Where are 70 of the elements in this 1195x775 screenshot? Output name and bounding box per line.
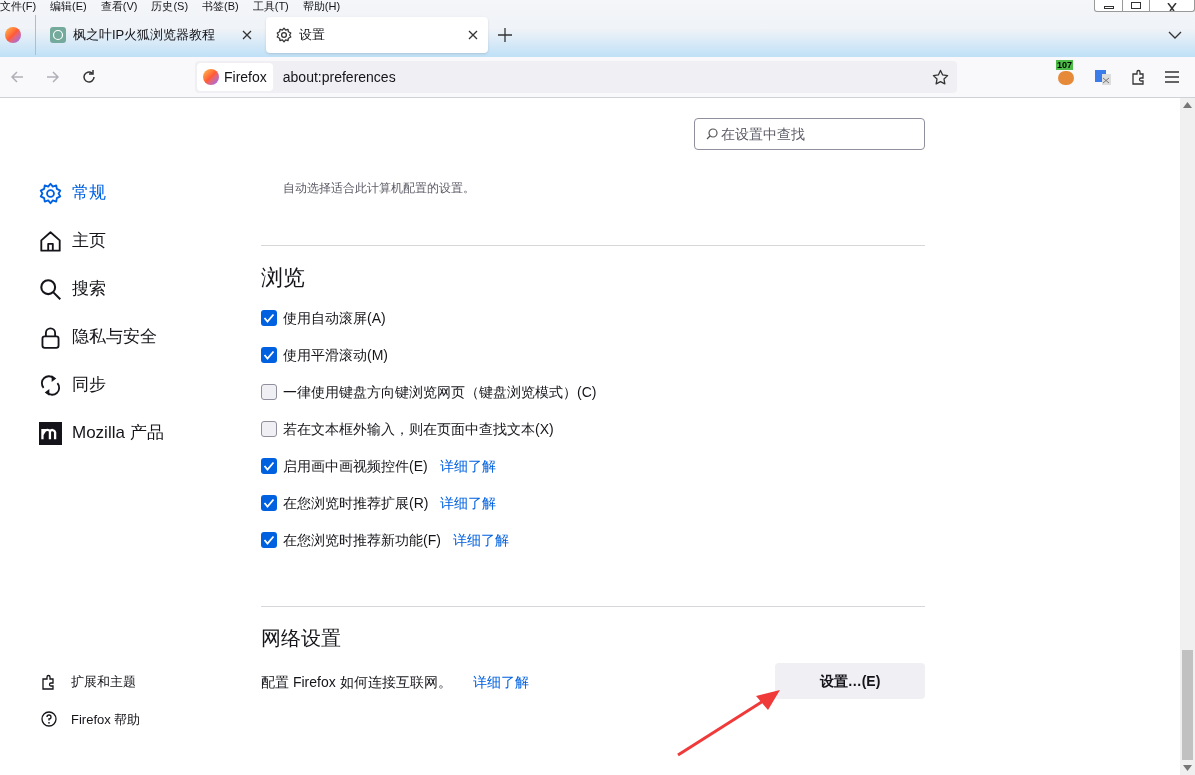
translate-icon[interactable] <box>1094 68 1112 86</box>
checkbox-label: 一律使用键盘方向键浏览网页（键盘浏览模式）(C) <box>283 382 597 402</box>
menu-icon[interactable] <box>1165 71 1179 83</box>
sidebar-item[interactable]: Mozilla 产品 <box>39 419 164 447</box>
sidebar-item[interactable]: 搜索 <box>39 275 164 303</box>
extensions-puzzle-icon[interactable] <box>1130 68 1147 86</box>
scrollbar-thumb[interactable] <box>1182 650 1193 760</box>
description-text: 自动选择适合此计算机配置的设置。 <box>283 180 475 197</box>
checkbox-label: 若在文本框外输入，则在页面中查找文本(X) <box>283 419 554 439</box>
reload-icon[interactable] <box>81 69 97 85</box>
checkbox-label: 在您浏览时推荐扩展(R) <box>283 493 429 513</box>
description-text: 配置 Firefox 如何连接互联网。 <box>261 673 452 692</box>
learn-more-link[interactable]: 详细了解 <box>439 455 496 477</box>
search-icon <box>39 277 62 301</box>
settings-icon <box>276 27 292 43</box>
new-tab-icon[interactable] <box>498 28 512 42</box>
checkbox[interactable] <box>261 532 277 548</box>
checkbox[interactable] <box>261 310 277 326</box>
close-tab-icon[interactable] <box>468 30 478 40</box>
section-heading: 网络设置 <box>261 626 341 651</box>
lock-icon <box>39 325 62 349</box>
learn-more-link[interactable]: 详细了解 <box>452 529 509 551</box>
checkbox-label: 在您浏览时推荐新功能(F) <box>283 530 441 550</box>
search-field[interactable]: 在设置中查找 <box>694 118 925 150</box>
mozilla-logo-icon <box>39 421 62 445</box>
menu-item[interactable]: 文件(F) <box>0 0 37 13</box>
browser-tab[interactable]: 枫之叶IP火狐浏览器教程 <box>40 17 262 53</box>
count-badge: 107 <box>1056 60 1074 70</box>
scroll-down-icon[interactable] <box>1183 765 1192 771</box>
checkbox[interactable] <box>261 347 277 363</box>
sidebar-item[interactable]: 常规 <box>39 179 164 207</box>
scroll-up-icon[interactable] <box>1183 102 1192 108</box>
sidebar-link[interactable]: 扩展和主题 <box>40 672 141 692</box>
checkbox[interactable] <box>261 421 277 437</box>
menu-item[interactable]: 帮助(H) <box>302 0 341 13</box>
menu-item[interactable]: 编辑(E) <box>50 0 87 13</box>
firefox-logo-icon[interactable] <box>5 27 21 43</box>
checkbox-label: 使用自动滚屏(A) <box>283 308 386 328</box>
help-icon <box>40 710 58 729</box>
sync-icon <box>39 373 62 397</box>
section-heading: 浏览 <box>261 264 305 292</box>
menu-item[interactable]: 查看(V) <box>100 0 138 13</box>
learn-more-link[interactable]: 详细了解 <box>473 672 529 693</box>
sidebar-item[interactable]: 同步 <box>39 371 164 399</box>
home-icon <box>39 229 62 253</box>
checkbox[interactable] <box>261 458 277 474</box>
url-text: about:preferences <box>282 67 396 87</box>
sidebar-item[interactable]: 主页 <box>39 227 164 255</box>
menu-item[interactable]: 工具(T) <box>252 0 289 13</box>
learn-more-link[interactable]: 详细了解 <box>440 492 497 514</box>
browser-tab[interactable]: 设置 <box>266 17 488 53</box>
checkbox[interactable] <box>261 384 277 400</box>
site-icon <box>50 27 66 43</box>
checkbox-label: 启用画中画视频控件(E) <box>283 456 428 476</box>
close-tab-icon[interactable] <box>242 30 252 40</box>
settings-button[interactable]: 设置…(E) <box>775 663 925 699</box>
tab-list-chevron-icon[interactable] <box>1168 31 1182 39</box>
firefox-logo-icon <box>203 69 219 85</box>
settings-icon <box>39 181 62 205</box>
close-icon <box>1166 3 1178 11</box>
bookmark-star-icon[interactable] <box>932 68 949 86</box>
checkbox-label: 使用平滑滚动(M) <box>283 345 388 365</box>
address-bar[interactable]: Firefox about:preferences <box>195 61 957 93</box>
checkbox[interactable] <box>261 495 277 511</box>
identity-button[interactable]: Firefox <box>197 63 273 91</box>
search-icon <box>706 128 718 140</box>
menu-item[interactable]: 历史(S) <box>151 0 189 13</box>
menu-item[interactable]: 书签(B) <box>202 0 239 13</box>
sidebar-link[interactable]: Firefox 帮助 <box>40 709 141 729</box>
sidebar-item[interactable]: 隐私与安全 <box>39 323 164 351</box>
